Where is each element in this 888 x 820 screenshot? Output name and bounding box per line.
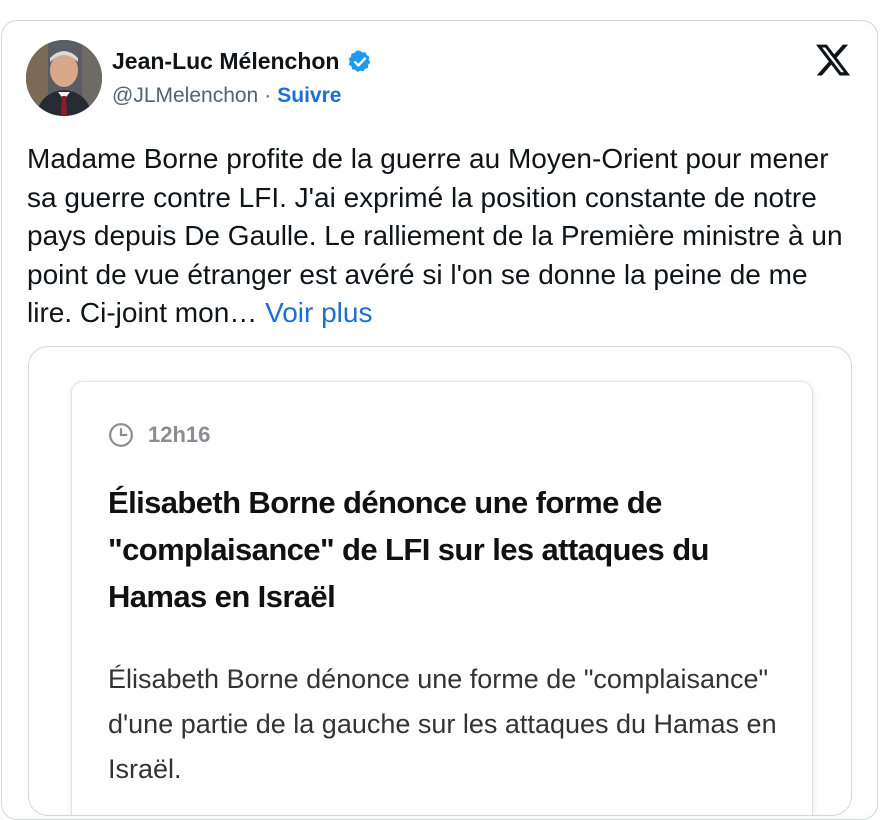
follow-button[interactable]: Suivre [277,84,341,108]
article-card: 12h16 Élisabeth Borne dénonce une forme … [71,381,813,815]
handle-row: @JLMelenchon · Suivre [112,84,341,108]
article-time-row: 12h16 [108,422,210,448]
tweet-body: Madame Borne profite de la guerre au Moy… [27,143,843,328]
article-headline: Élisabeth Borne dénonce une forme de "co… [108,485,709,614]
show-more-link[interactable]: Voir plus [265,297,372,328]
author-name-row: Jean-Luc Mélenchon [112,48,373,75]
article-time: 12h16 [148,422,211,447]
author-handle[interactable]: @JLMelenchon [112,84,258,108]
avatar[interactable] [26,40,102,116]
article-summary: Élisabeth Borne dénonce une forme de "co… [108,664,777,784]
separator-dot: · [264,84,272,107]
tweet-text: Madame Borne profite de la guerre au Moy… [27,140,857,333]
x-logo-icon[interactable] [814,41,852,79]
author-name[interactable]: Jean-Luc Mélenchon [112,48,339,75]
avatar-photo [26,40,102,116]
verified-badge-icon [349,50,371,72]
media-attachment[interactable]: 12h16 Élisabeth Borne dénonce une forme … [28,346,852,816]
clock-icon [109,423,133,447]
